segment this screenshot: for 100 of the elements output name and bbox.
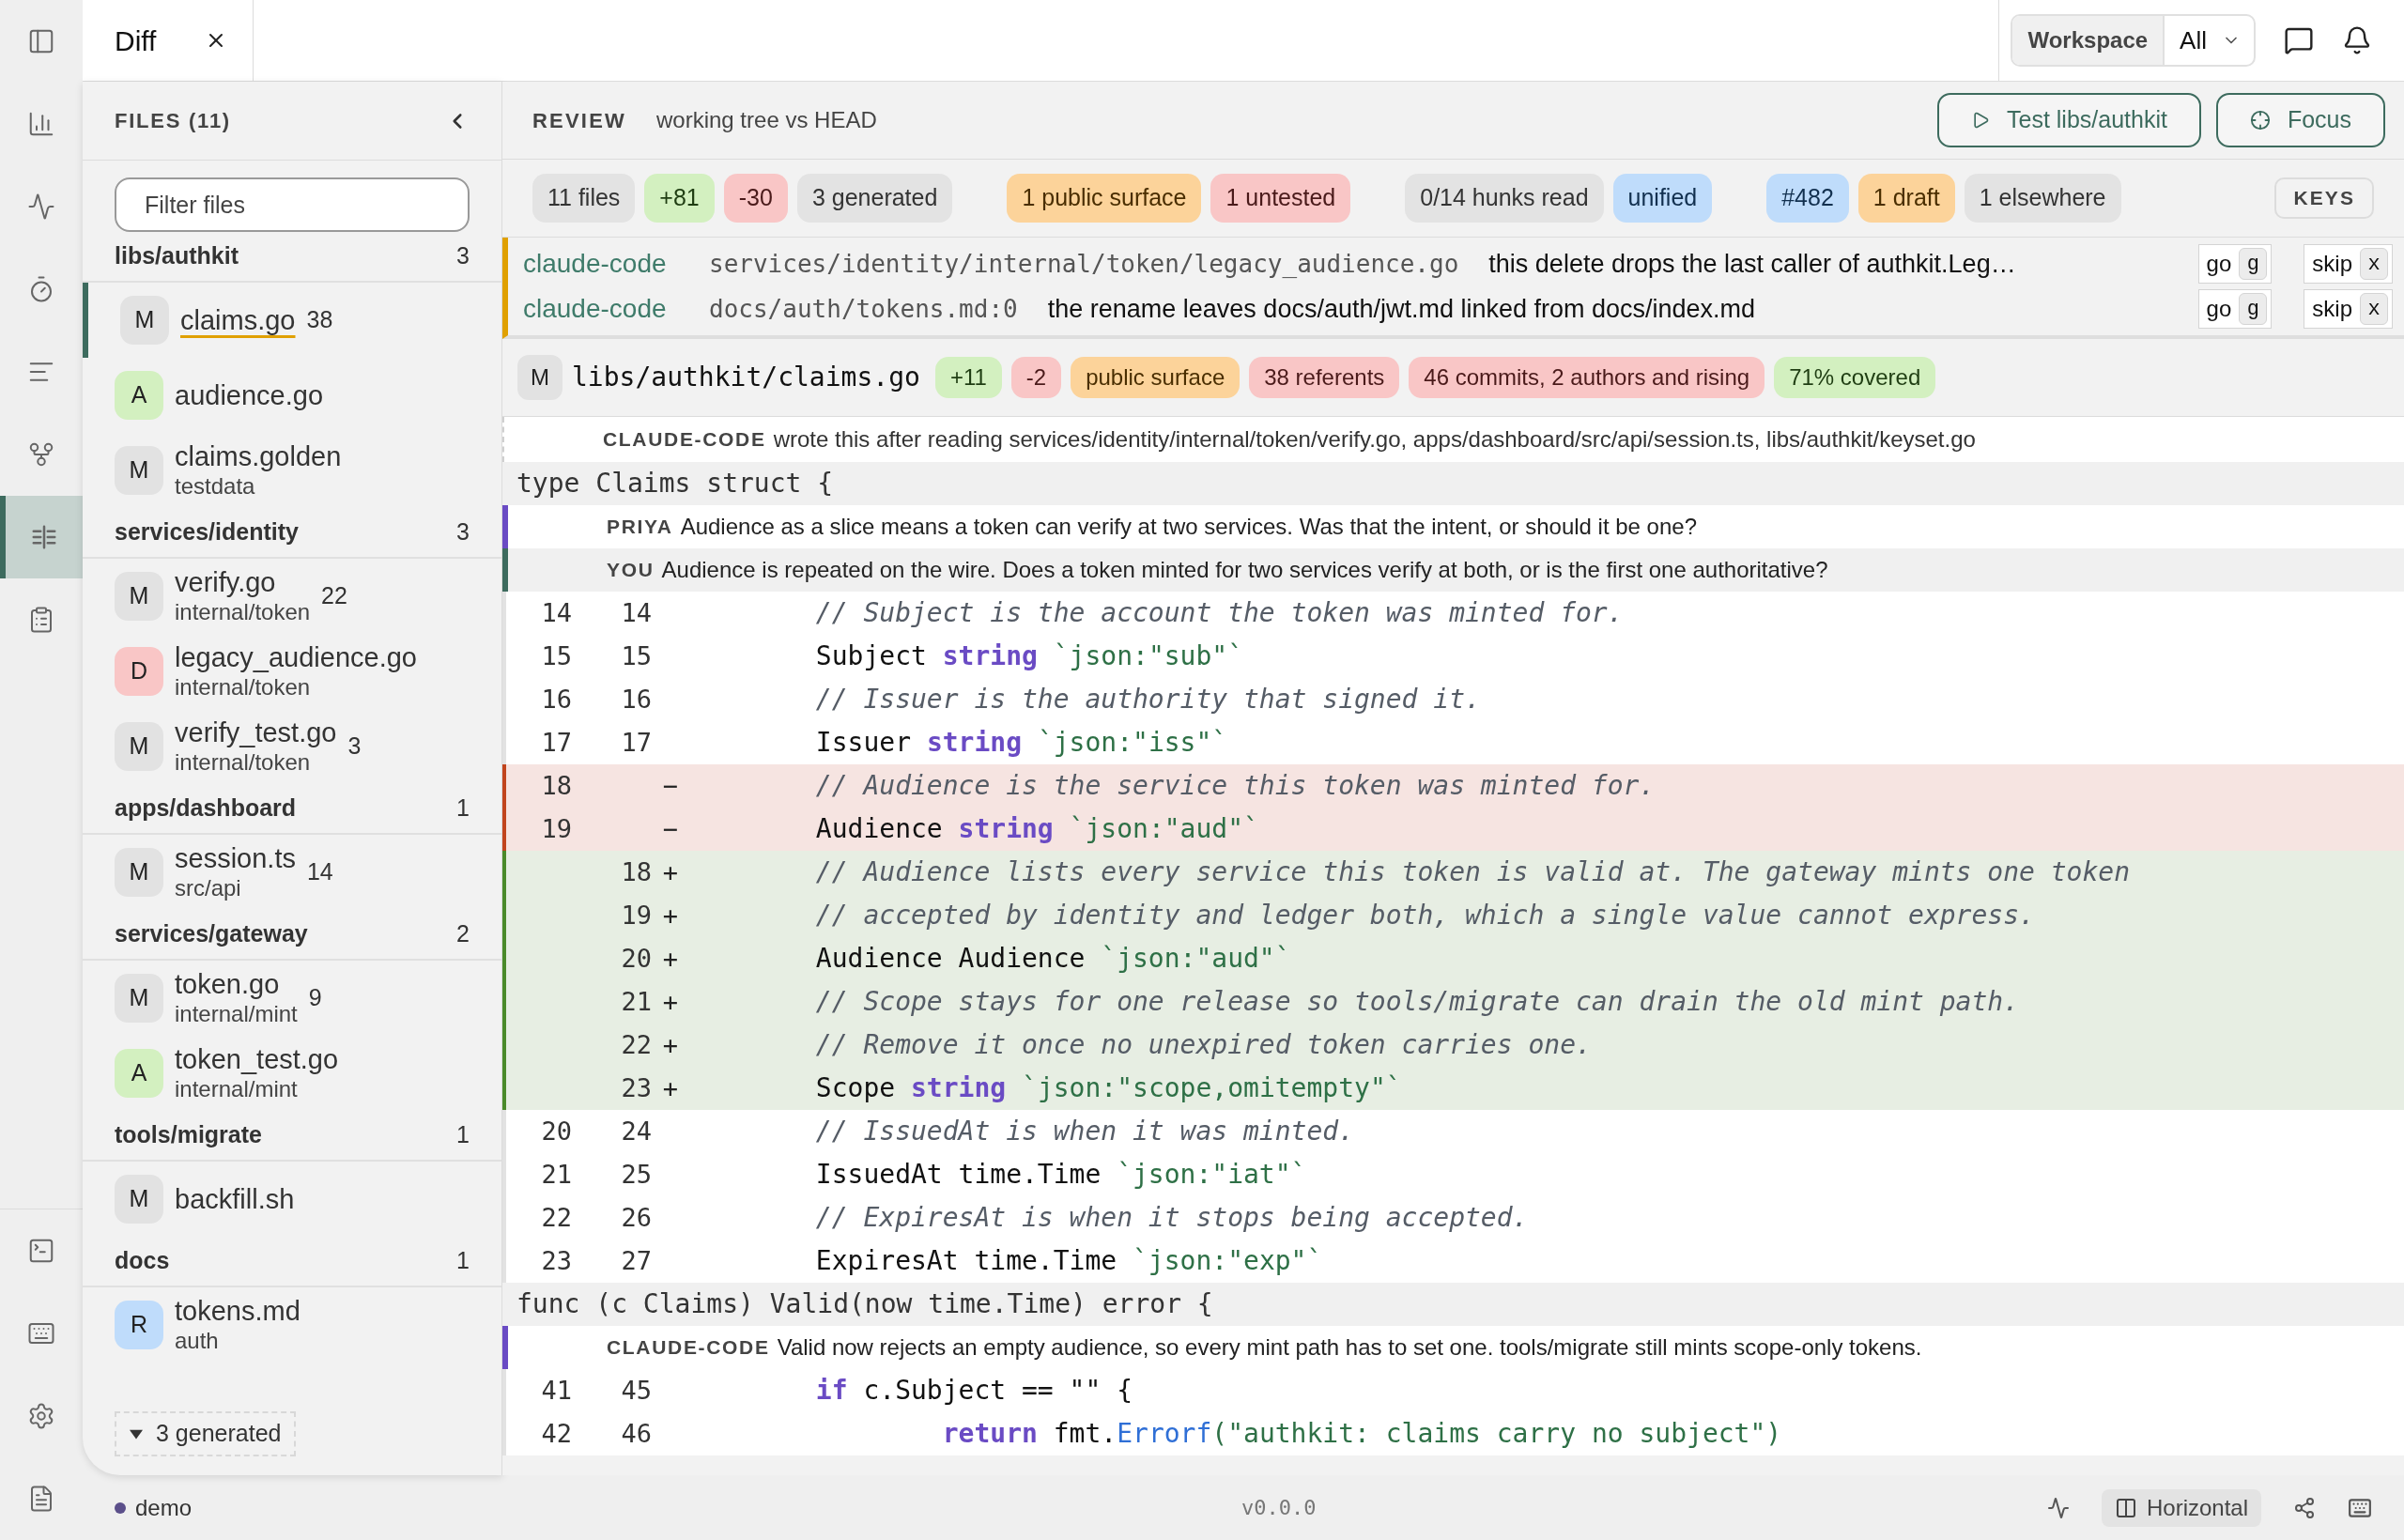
- file-path: libs/authkit/claims.go: [572, 361, 920, 394]
- workspace-selector[interactable]: Workspace All: [2011, 14, 2256, 67]
- filter-field[interactable]: Filter files: [115, 177, 470, 232]
- pulse-icon[interactable]: [2046, 1496, 2070, 1519]
- change-count: 9: [308, 983, 322, 1013]
- line-number: 16: [540, 683, 572, 716]
- file-directory: internal/token: [175, 599, 311, 626]
- tag: -30: [723, 174, 788, 223]
- file-directory: internal/mint: [175, 1001, 298, 1028]
- generated-toggle[interactable]: 3 generated: [115, 1411, 297, 1456]
- tag: 0/14 hunks read: [1405, 174, 1604, 223]
- tag: 1 elsewhere: [1964, 174, 2121, 223]
- note-text: this delete drops the last caller of authkit.Leg…: [1488, 248, 2016, 280]
- group-name: services/gateway: [115, 919, 308, 949]
- chart-icon: [27, 110, 55, 138]
- tag: 38 referents: [1249, 357, 1400, 398]
- tag: 1 public surface: [1007, 174, 1202, 223]
- comment-author: YOU: [607, 558, 655, 583]
- code-line: Scope string `json:"scope,omitempty"`: [814, 1071, 1402, 1105]
- line-number: 46: [620, 1417, 652, 1450]
- group-name: docs: [115, 1246, 170, 1276]
- group-name: apps/dashboard: [115, 793, 297, 824]
- group-name: tools/migrate: [115, 1120, 262, 1150]
- line-number: 42: [540, 1417, 572, 1450]
- change-marker: +: [661, 942, 680, 975]
- file-item[interactable]: M backfill.sh: [83, 1162, 501, 1237]
- file-name: claims.go: [180, 303, 296, 337]
- code-line: if c.Subject == "" {: [814, 1374, 1133, 1408]
- tag: public surface: [1071, 357, 1241, 398]
- status-badge: M: [517, 355, 562, 400]
- change-marker: +: [661, 985, 680, 1018]
- note-action[interactable]: go g: [2197, 289, 2273, 329]
- pulse-icon: [27, 192, 55, 221]
- group-count: 1: [456, 1246, 470, 1276]
- panel-title: FILES (11): [115, 108, 231, 134]
- hunk-header: type Claims struct {: [516, 467, 834, 500]
- code-line: IssuedAt time.Time `json:"iat"`: [814, 1158, 1307, 1192]
- file-directory: src/api: [175, 875, 242, 902]
- rail-button[interactable]: [0, 496, 83, 578]
- line-number: 45: [620, 1374, 652, 1407]
- status-badge: R: [115, 1301, 163, 1349]
- file-item[interactable]: M claims.go 38: [83, 283, 501, 358]
- change-count: 3: [347, 732, 362, 762]
- tag: 46 commits, 2 authors and rising: [1409, 357, 1765, 398]
- code-line: // Remove it once no unexpired token carries one.: [814, 1028, 1592, 1062]
- file-name: token.go: [175, 968, 281, 1001]
- line-number: 18: [620, 855, 652, 888]
- note-text: the rename leaves docs/auth/jwt.md linked from docs/index.md: [1047, 293, 1756, 325]
- comment-author: PRIYA: [607, 515, 673, 540]
- status-badge: M: [115, 848, 163, 897]
- code-line: Audience string `json:"aud"`: [814, 812, 1259, 846]
- code-line: Audience Audience `json:"aud"`: [814, 942, 1291, 976]
- code-line: Subject string `json:"sub"`: [814, 639, 1244, 673]
- status-badge: M: [115, 446, 163, 495]
- notification-icon[interactable]: [2342, 25, 2372, 55]
- file-name: verify_test.go: [175, 716, 337, 749]
- version-label: v0.0.0: [1241, 1495, 1317, 1521]
- file-name: verify.go: [175, 566, 277, 599]
- tag: 3 generated: [796, 174, 953, 223]
- change-marker: −: [661, 769, 680, 802]
- line-number: 17: [620, 726, 652, 759]
- layout-button[interactable]: Horizontal: [2101, 1488, 2261, 1527]
- change-marker: −: [661, 812, 680, 845]
- test-button[interactable]: Test libs/authkit: [1937, 93, 2201, 147]
- status-badge: M: [120, 296, 169, 345]
- line-number: 20: [540, 1115, 572, 1147]
- code-line: // Subject is the account the token was minted for.: [814, 596, 1624, 630]
- note-action[interactable]: skip x: [2304, 244, 2393, 284]
- line-number: 22: [620, 1028, 652, 1061]
- line-number: 41: [540, 1374, 572, 1407]
- line-number: 20: [620, 942, 652, 975]
- status-badge: A: [115, 1049, 163, 1098]
- group-name: services/identity: [115, 517, 299, 547]
- diff-icon: [30, 523, 58, 551]
- code-line: // Audience is the service this token was minted for.: [814, 769, 1656, 803]
- note-action[interactable]: skip x: [2304, 289, 2393, 329]
- status-badge: M: [115, 974, 163, 1023]
- tag: 1 draft: [1857, 174, 1955, 223]
- note-action[interactable]: go g: [2197, 244, 2273, 284]
- code-line: ExpiresAt time.Time `json:"exp"`: [814, 1244, 1323, 1278]
- line-number: 14: [620, 596, 652, 629]
- change-marker: +: [661, 855, 680, 888]
- workspace-value: All: [2179, 24, 2208, 56]
- code-line: // Audience lists every service this token is valid at. The gateway mints one token: [814, 855, 2131, 889]
- comment-icon[interactable]: [2284, 25, 2314, 55]
- tag: +11: [934, 357, 1002, 398]
- provenance-text: wrote this after reading services/identity/internal/token/verify.go, apps/dashboard/src/api/session.ts, libs/authkit/keyset.go: [773, 425, 1976, 454]
- file-name: session.ts: [175, 842, 296, 875]
- key-hint: g: [2239, 248, 2268, 280]
- focus-button[interactable]: Focus: [2215, 93, 2385, 147]
- line-number: 23: [620, 1071, 652, 1104]
- share-icon[interactable]: [2293, 1496, 2316, 1519]
- keys-button[interactable]: KEYS: [2274, 177, 2374, 219]
- workspace-name: demo: [135, 1493, 193, 1522]
- file-item[interactable]: A audience.go: [83, 358, 501, 433]
- file-item[interactable]: A token_test.go internal/mint: [83, 1036, 501, 1111]
- status-badge: M: [115, 1175, 163, 1224]
- columns-icon: [2114, 1496, 2137, 1519]
- key-hint: x: [2360, 248, 2388, 280]
- code-line: // Issuer is the authority that signed it.: [814, 683, 1481, 716]
